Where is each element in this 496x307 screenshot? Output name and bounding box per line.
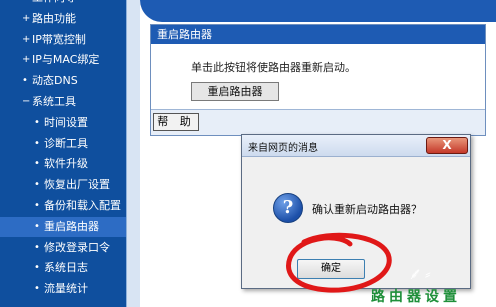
sidebar-scroll-edge[interactable]	[126, 0, 140, 307]
sidebar-bullet-icon: •	[34, 283, 40, 295]
sidebar-bullet-icon: •	[34, 262, 40, 274]
dialog-titlebar[interactable]: 来自网页的消息 X	[242, 135, 470, 157]
top-banner	[140, 0, 496, 22]
sidebar-item[interactable]: + 路由功能	[0, 9, 126, 29]
sidebar-item[interactable]: + IP带宽控制	[0, 30, 126, 50]
sidebar-bullet-icon: +	[22, 0, 30, 8]
sidebar-item[interactable]: • 软件升级	[0, 154, 126, 174]
confirm-dialog: 来自网页的消息 X ? 确认重新启动路由器？ 确定	[241, 134, 471, 289]
watermark-text: 路由器设置	[371, 289, 461, 305]
sidebar-bullet-icon: −	[22, 96, 31, 107]
help-button[interactable]: 帮 助	[153, 113, 199, 131]
sidebar-item-label: 恢复出厂设置	[44, 178, 110, 192]
sidebar-item[interactable]: • 时间设置	[0, 113, 126, 133]
sidebar-bullet-icon: +	[22, 54, 31, 66]
sidebar-item-label: IP与MAC绑定	[32, 53, 100, 67]
sidebar-item-label: 软件升级	[44, 157, 88, 171]
ok-button[interactable]: 确定	[297, 259, 365, 279]
sidebar-bullet-icon: •	[22, 75, 28, 87]
sidebar-bullet-icon: •	[34, 137, 40, 149]
sidebar-item-label: 系统日志	[44, 261, 88, 275]
sidebar-item[interactable]: − 系统工具	[0, 92, 126, 112]
sidebar-item-label: 重启路由器	[44, 219, 99, 233]
sidebar-item[interactable]: +工作向导	[0, 0, 126, 8]
sidebar-item-label: 流量统计	[44, 282, 88, 296]
sidebar-item[interactable]: • 重启路由器	[0, 216, 126, 237]
sidebar-bullet-icon: •	[34, 241, 40, 253]
sidebar-bullet-icon: •	[34, 200, 40, 211]
sidebar-bullet-icon: •	[34, 220, 40, 232]
panel-footer: 帮 助	[151, 109, 485, 135]
panel-description: 单击此按钮将使路由器重新启动。	[191, 61, 356, 74]
sidebar-item-label: IP带宽控制	[32, 32, 86, 46]
sidebar-bullet-icon: +	[22, 33, 31, 45]
sidebar-item[interactable]: • 流量统计	[0, 279, 126, 299]
dialog-message: 确认重新启动路由器？	[312, 203, 422, 216]
sidebar-bullet-icon: •	[34, 116, 40, 128]
sidebar-item[interactable]: • 动态DNS	[0, 71, 126, 91]
sidebar-item-label: 动态DNS	[32, 74, 78, 88]
reboot-router-button[interactable]: 重启路由器	[191, 82, 279, 101]
sidebar-item-label: 修改登录口令	[44, 240, 110, 254]
sidebar-item-label: 工作向导	[32, 0, 76, 8]
sidebar-item[interactable]: • 修改登录口令	[0, 238, 126, 258]
sidebar-item[interactable]: • 备份和载入配置	[0, 196, 126, 216]
watermark-scribble: ⸙ ⸗	[408, 264, 431, 283]
sidebar-item-label: 备份和载入配置	[44, 199, 121, 212]
sidebar-item-label: 系统工具	[32, 95, 76, 108]
sidebar-item-label: 诊断工具	[44, 136, 88, 150]
sidebar-bullet-icon: •	[34, 179, 40, 191]
sidebar-nav: +工作向导+路由功能+IP带宽控制+IP与MAC绑定•动态DNS−系统工具•时间…	[0, 0, 126, 307]
sidebar-item[interactable]: • 系统日志	[0, 258, 126, 278]
reboot-panel: 重启路由器 单击此按钮将使路由器重新启动。 重启路由器 帮 助	[150, 24, 486, 136]
dialog-close-button[interactable]: X	[426, 137, 468, 154]
dialog-title: 来自网页的消息	[248, 143, 318, 154]
sidebar-item[interactable]: • 诊断工具	[0, 134, 126, 154]
sidebar-item[interactable]: + IP与MAC绑定	[0, 50, 126, 70]
sidebar-bullet-icon: •	[34, 158, 40, 170]
sidebar-item[interactable]: • 恢复出厂设置	[0, 175, 126, 195]
question-icon: ?	[273, 193, 303, 223]
sidebar-bullet-icon: +	[22, 12, 31, 24]
sidebar-item-label: 时间设置	[44, 115, 88, 129]
panel-title: 重启路由器	[151, 25, 485, 44]
sidebar-item-label: 路由功能	[32, 11, 76, 25]
